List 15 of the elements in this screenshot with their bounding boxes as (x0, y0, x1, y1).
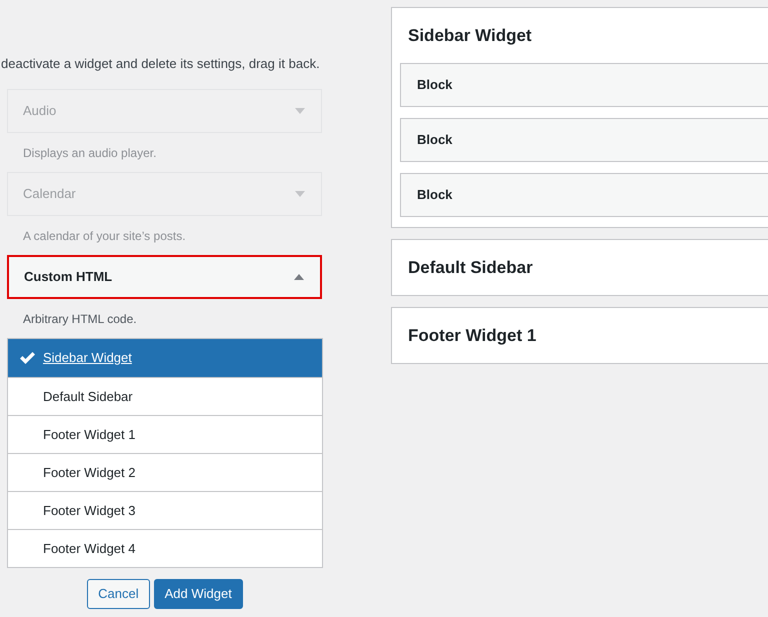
sidebar-option[interactable]: Sidebar Widget (8, 339, 322, 377)
widget-block[interactable]: Block (400, 118, 768, 162)
widget-block[interactable]: Block (400, 63, 768, 107)
sidebar-title[interactable]: Sidebar Widget (392, 8, 768, 63)
widget-block[interactable]: Block (400, 173, 768, 217)
widget-description: A calendar of your site’s posts. (22, 228, 187, 244)
cancel-button[interactable]: Cancel (87, 579, 150, 609)
sidebar-title[interactable]: Default Sidebar (392, 240, 768, 295)
sidebar-title[interactable]: Footer Widget 1 (392, 308, 768, 363)
widget-description: Arbitrary HTML code. (22, 310, 138, 328)
check-icon (20, 352, 35, 364)
instructions-text: deactivate a widget and delete its settings, drag it back. (0, 55, 321, 73)
widget-description: Displays an audio player. (22, 144, 158, 162)
widget-header[interactable]: Custom HTML (7, 255, 322, 299)
add-widget-button[interactable]: Add Widget (154, 579, 243, 609)
